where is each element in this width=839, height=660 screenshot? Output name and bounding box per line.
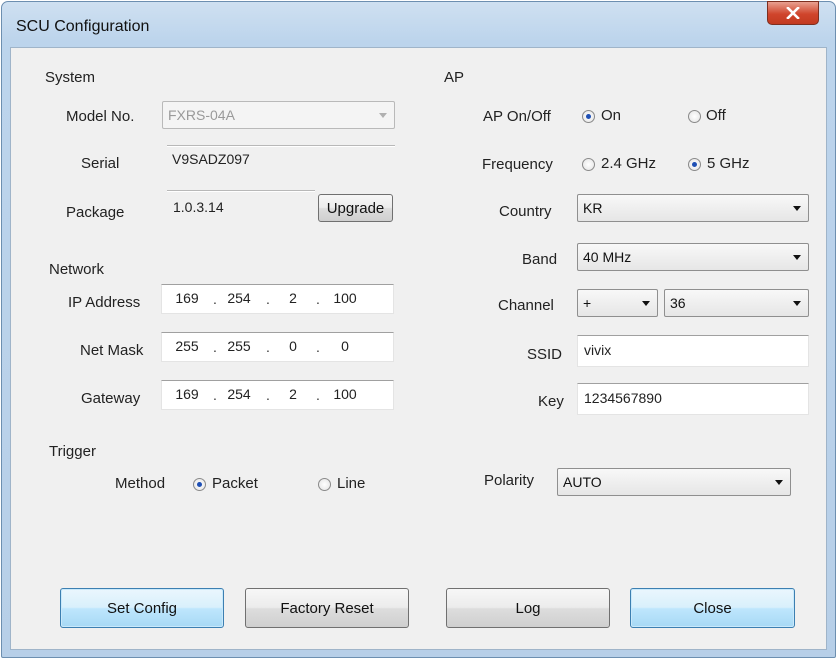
package-label: Package xyxy=(66,204,125,221)
gateway-octet-2[interactable]: 254 xyxy=(222,386,256,402)
ip-dot: . xyxy=(316,339,320,355)
network-section-header: Network xyxy=(49,261,105,278)
band-label: Band xyxy=(522,251,558,268)
package-value: 1.0.3.14 xyxy=(173,199,224,215)
ip-address-label: IP Address xyxy=(68,294,141,311)
net-mask-label: Net Mask xyxy=(80,342,144,359)
key-input[interactable]: 1234567890 xyxy=(577,383,809,415)
channel-sign-dropdown[interactable]: + xyxy=(577,289,658,317)
model-no-label: Model No. xyxy=(66,108,135,125)
channel-dropdown[interactable]: 36 xyxy=(664,289,809,317)
factory-reset-button[interactable]: Factory Reset xyxy=(245,588,409,628)
chevron-down-icon xyxy=(379,113,387,118)
chevron-down-icon xyxy=(793,301,801,306)
scu-configuration-window: SCU Configuration System Model No. FXRS-… xyxy=(1,1,836,658)
trigger-section-header: Trigger xyxy=(49,443,96,460)
ip-dot: . xyxy=(316,291,320,307)
ip-octet-1[interactable]: 169 xyxy=(170,290,204,306)
ip-octet-2[interactable]: 254 xyxy=(222,290,256,306)
gateway-octet-3[interactable]: 2 xyxy=(276,386,310,402)
frequency-2-4ghz-radio[interactable] xyxy=(582,158,595,171)
ip-dot: . xyxy=(213,291,217,307)
frequency-label: Frequency xyxy=(482,156,553,173)
mask-octet-3[interactable]: 0 xyxy=(276,338,310,354)
frequency-5ghz-label[interactable]: 5 GHz xyxy=(707,155,750,172)
gateway-octet-4[interactable]: 100 xyxy=(328,386,362,402)
packet-radio[interactable] xyxy=(193,478,206,491)
ip-dot: . xyxy=(213,387,217,403)
ip-dot: . xyxy=(266,291,270,307)
system-section-header: System xyxy=(45,69,96,86)
gateway-field[interactable]: 169 . 254 . 2 . 100 xyxy=(161,380,394,410)
chevron-down-icon xyxy=(642,301,650,306)
chevron-down-icon xyxy=(793,255,801,260)
country-dropdown[interactable]: KR xyxy=(577,194,809,222)
polarity-dropdown[interactable]: AUTO xyxy=(557,468,791,496)
line-radio[interactable] xyxy=(318,478,331,491)
ap-section-header: AP xyxy=(444,69,465,86)
model-no-value: FXRS-04A xyxy=(168,107,235,123)
frequency-2-4ghz-label[interactable]: 2.4 GHz xyxy=(601,155,656,172)
country-label: Country xyxy=(499,203,552,220)
set-config-button[interactable]: Set Config xyxy=(60,588,224,628)
window-close-button[interactable] xyxy=(767,1,819,25)
ssid-value: vivix xyxy=(584,342,612,358)
channel-sign-value: + xyxy=(583,295,592,311)
net-mask-field[interactable]: 255 . 255 . 0 . 0 xyxy=(161,332,394,362)
ap-on-label[interactable]: On xyxy=(601,107,621,124)
ssid-input[interactable]: vivix xyxy=(577,335,809,367)
ap-onoff-label: AP On/Off xyxy=(483,108,551,125)
gateway-octet-1[interactable]: 169 xyxy=(170,386,204,402)
ip-address-field[interactable]: 169 . 254 . 2 . 100 xyxy=(161,284,394,314)
dialog-client-area: System Model No. FXRS-04A Serial V9SADZ0… xyxy=(10,47,827,650)
ap-off-radio[interactable] xyxy=(688,110,701,123)
ap-on-radio[interactable] xyxy=(582,110,595,123)
method-label: Method xyxy=(115,475,166,492)
country-value: KR xyxy=(583,200,603,216)
key-value: 1234567890 xyxy=(584,390,662,406)
log-button[interactable]: Log xyxy=(446,588,610,628)
close-icon xyxy=(786,7,800,19)
band-value: 40 MHz xyxy=(583,249,632,265)
ap-off-label[interactable]: Off xyxy=(706,107,726,124)
channel-label: Channel xyxy=(498,297,554,314)
mask-octet-1[interactable]: 255 xyxy=(170,338,204,354)
ip-octet-3[interactable]: 2 xyxy=(276,290,310,306)
title-bar[interactable]: SCU Configuration xyxy=(2,1,835,46)
ip-dot: . xyxy=(266,339,270,355)
polarity-label: Polarity xyxy=(484,472,535,489)
ip-dot: . xyxy=(316,387,320,403)
serial-label: Serial xyxy=(81,155,120,172)
mask-octet-4[interactable]: 0 xyxy=(328,338,362,354)
package-field-line xyxy=(167,190,315,192)
line-radio-label[interactable]: Line xyxy=(337,475,365,492)
channel-value: 36 xyxy=(670,295,686,311)
ip-octet-4[interactable]: 100 xyxy=(328,290,362,306)
window-title: SCU Configuration xyxy=(16,18,150,35)
mask-octet-2[interactable]: 255 xyxy=(222,338,256,354)
ip-dot: . xyxy=(213,339,217,355)
serial-field-line xyxy=(167,145,395,147)
gateway-label: Gateway xyxy=(81,390,141,407)
band-dropdown[interactable]: 40 MHz xyxy=(577,243,809,271)
model-no-dropdown: FXRS-04A xyxy=(162,101,395,129)
ip-dot: . xyxy=(266,387,270,403)
chevron-down-icon xyxy=(775,480,783,485)
close-button[interactable]: Close xyxy=(630,588,795,628)
packet-radio-label[interactable]: Packet xyxy=(212,475,258,492)
upgrade-button[interactable]: Upgrade xyxy=(318,194,393,222)
chevron-down-icon xyxy=(793,206,801,211)
polarity-value: AUTO xyxy=(563,474,602,490)
ssid-label: SSID xyxy=(527,346,563,363)
key-label: Key xyxy=(538,393,564,410)
frequency-5ghz-radio[interactable] xyxy=(688,158,701,171)
serial-value: V9SADZ097 xyxy=(172,151,250,167)
